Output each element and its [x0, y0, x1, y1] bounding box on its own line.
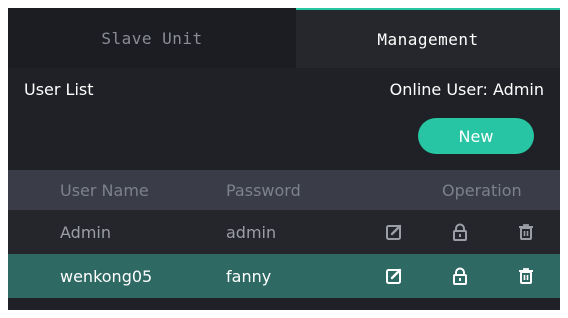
edit-icon[interactable] — [384, 222, 404, 242]
header-password: Password — [226, 180, 301, 200]
lock-icon[interactable] — [450, 266, 470, 286]
table-row-selected[interactable]: wenkong05 fanny — [8, 254, 560, 298]
table-header: User Name Password Operation — [8, 170, 560, 210]
tab-management[interactable]: Management — [296, 8, 560, 68]
tab-bar: Slave Unit Management — [8, 8, 560, 68]
row-password: admin — [226, 222, 277, 242]
trash-icon[interactable] — [516, 266, 536, 286]
header-user-name: User Name — [60, 180, 149, 200]
user-list-title: User List — [24, 80, 94, 99]
online-user-label: Online User: Admin — [389, 80, 544, 99]
header-operation: Operation — [442, 180, 522, 200]
row-user-name: Admin — [60, 222, 111, 242]
lock-icon[interactable] — [450, 222, 470, 242]
management-panel: Slave Unit Management User List Online U… — [8, 8, 560, 310]
edit-icon[interactable] — [384, 266, 404, 286]
row-password: fanny — [226, 266, 272, 286]
tab-slave-unit[interactable]: Slave Unit — [8, 8, 296, 68]
new-user-button[interactable]: New — [418, 118, 534, 154]
user-table: User Name Password Operation Admin admin… — [8, 170, 560, 298]
trash-icon[interactable] — [516, 222, 536, 242]
row-user-name: wenkong05 — [60, 266, 153, 286]
table-row[interactable]: Admin admin — [8, 210, 560, 254]
